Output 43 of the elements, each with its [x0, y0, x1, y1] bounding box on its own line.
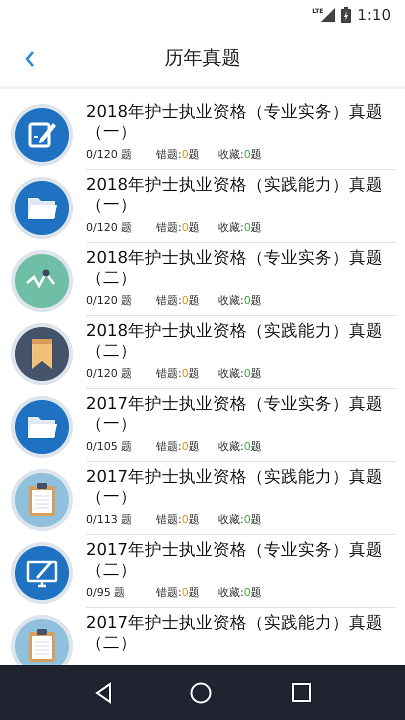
bookmark-icon — [10, 322, 74, 386]
exam-title: 2018年护士执业资格（实践能力）真题（二） — [86, 321, 384, 361]
battery-charging-icon — [341, 7, 352, 23]
progress-count: 0/113 题 — [86, 512, 134, 527]
favorite-count: 收藏:0题 — [218, 439, 262, 454]
wrong-count: 错题:0题 — [156, 220, 201, 235]
home-nav-icon[interactable] — [190, 682, 212, 704]
clipboard-icon — [10, 468, 74, 532]
back-icon[interactable] — [24, 50, 36, 68]
progress-count: 0/105 题 — [86, 439, 134, 454]
wrong-count: 错题:0题 — [156, 147, 201, 162]
page-title: 历年真题 — [164, 46, 240, 71]
back-nav-icon[interactable] — [94, 682, 112, 704]
exam-title: 2018年护士执业资格（实践能力）真题（一） — [86, 175, 384, 215]
favorite-count: 收藏:0题 — [218, 220, 262, 235]
progress-count: 0/95 题 — [86, 585, 126, 600]
exam-title: 2017年护士执业资格（实践能力）真题（一） — [86, 467, 384, 507]
folder-icon — [10, 176, 74, 240]
exam-title: 2018年护士执业资格（专业实务）真题（二） — [86, 248, 384, 288]
clock-time: 1:10 — [357, 6, 391, 24]
exam-title: 2017年护士执业资格（实践能力）真题（二） — [86, 613, 384, 653]
monitor-icon — [10, 541, 74, 605]
progress-count: 0/120 题 — [86, 366, 134, 381]
progress-count: 0/120 题 — [86, 147, 134, 162]
wrong-count: 错题:0题 — [156, 439, 201, 454]
exam-title: 2017年护士执业资格（专业实务）真题（一） — [86, 394, 384, 434]
favorite-count: 收藏:0题 — [218, 147, 262, 162]
exam-title: 2018年护士执业资格（专业实务）真题（一） — [86, 102, 384, 142]
favorite-count: 收藏:0题 — [218, 512, 262, 527]
wrong-count: 错题:0题 — [156, 512, 201, 527]
progress-count: 0/120 题 — [86, 220, 134, 235]
folder-icon — [10, 395, 74, 459]
edit-icon — [10, 103, 74, 167]
favorite-count: 收藏:0题 — [218, 585, 262, 600]
favorite-count: 收藏:0题 — [218, 366, 262, 381]
favorite-count: 收藏:0题 — [218, 293, 262, 308]
recents-nav-icon[interactable] — [290, 682, 311, 704]
wrong-count: 错题:0题 — [156, 585, 201, 600]
wrong-count: 错题:0题 — [156, 293, 201, 308]
signal-icon — [321, 8, 336, 22]
progress-count: 0/120 题 — [86, 293, 134, 308]
exam-title: 2017年护士执业资格（专业实务）真题（二） — [86, 540, 384, 580]
wrong-count: 错题:0题 — [156, 366, 201, 381]
